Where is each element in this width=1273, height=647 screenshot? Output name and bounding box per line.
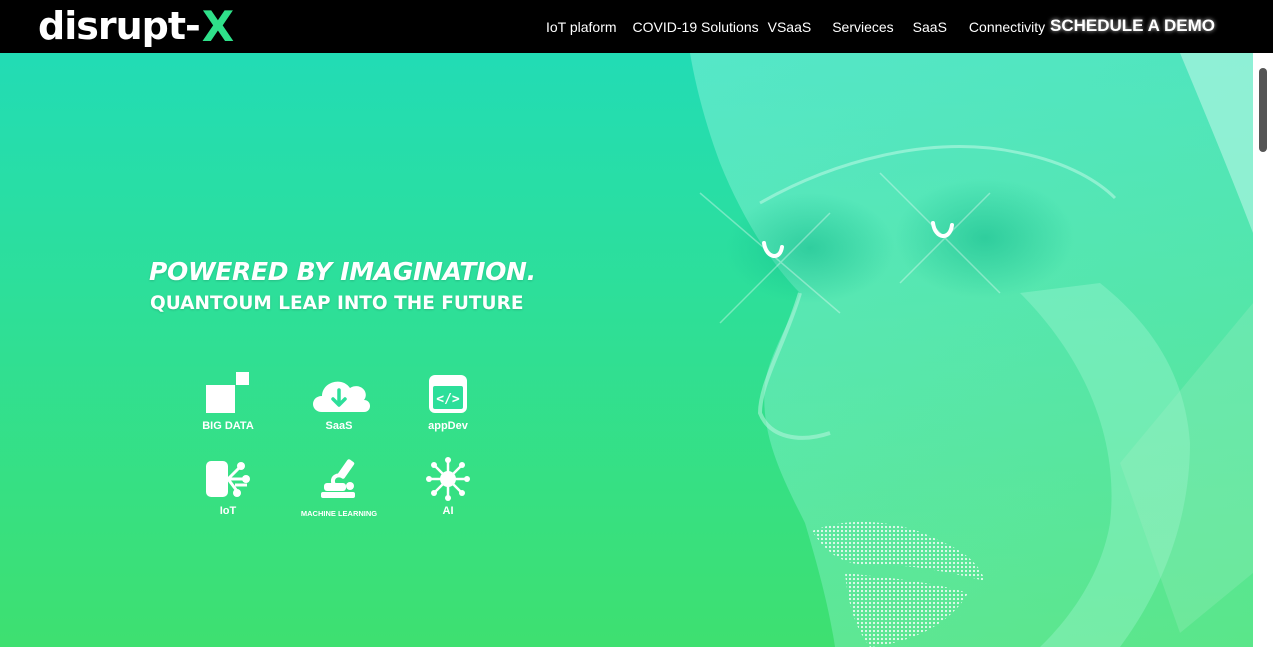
nav-item-services[interactable]: Servieces	[832, 19, 893, 35]
nav-item-saas[interactable]: SaaS	[913, 19, 947, 35]
ai-virus-icon	[426, 457, 470, 501]
nav-item-iot-platform[interactable]: IoT plaform	[546, 19, 617, 35]
hero-section: POWERED BY IMAGINATION. QUANTOUM LEAP IN…	[0, 53, 1253, 647]
tile-label: AI	[442, 505, 454, 517]
nav-item-vsaas[interactable]: VSaaS	[768, 19, 812, 35]
schedule-demo-button[interactable]: SCHEDULE A DEMO	[1050, 16, 1215, 36]
tile-label: BIG DATA	[202, 420, 254, 432]
tile-appdev[interactable]: </> appDev	[393, 370, 503, 442]
iot-node-icon	[206, 461, 250, 497]
hero-headline: POWERED BY IMAGINATION.	[149, 257, 536, 286]
tile-iot[interactable]: IoT	[173, 455, 283, 527]
microscope-icon	[321, 459, 355, 498]
main-nav: IoT plaform COVID-19 Solutions VSaaS Ser…	[546, 19, 1045, 35]
robot-face-illustration	[690, 53, 1253, 647]
big-data-icon	[206, 372, 249, 413]
logo-text: disrupt-	[38, 4, 201, 48]
tile-ai[interactable]: AI	[393, 455, 503, 527]
tile-label: IoT	[219, 505, 237, 517]
code-window-icon: </>	[429, 375, 467, 413]
tile-label: SaaS	[325, 420, 353, 432]
nav-item-covid-solutions[interactable]: COVID-19 Solutions	[633, 19, 759, 35]
page-scrollbar-thumb[interactable]	[1259, 68, 1267, 152]
tile-label: appDev	[428, 420, 468, 432]
nav-item-connectivity[interactable]: Connectivity	[969, 19, 1045, 35]
tile-machine-learning[interactable]: MACHINE LEARNING	[284, 455, 394, 527]
tile-label: MACHINE LEARNING	[300, 509, 378, 518]
tile-big-data[interactable]: BIG DATA	[173, 370, 283, 442]
cloud-download-icon	[313, 381, 370, 412]
site-logo[interactable]: disrupt- X	[38, 1, 234, 51]
logo-accent: X	[201, 1, 234, 51]
svg-text:</>: </>	[436, 392, 460, 407]
tile-saas[interactable]: SaaS	[284, 370, 394, 442]
hero-subheadline: QUANTOUM LEAP INTO THE FUTURE	[150, 293, 524, 314]
top-navigation-bar: disrupt- X IoT plaform COVID-19 Solutions…	[0, 0, 1273, 53]
